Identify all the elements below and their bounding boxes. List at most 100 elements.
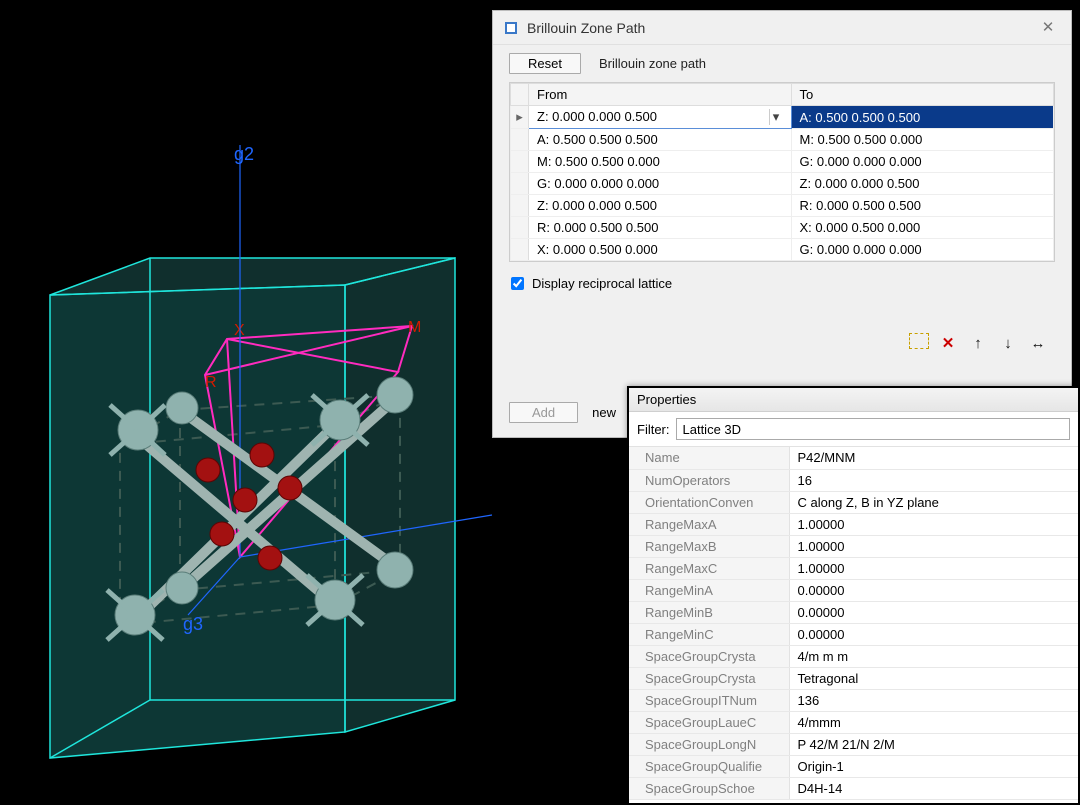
- cell-from[interactable]: R: 0.000 0.500 0.500: [529, 217, 792, 239]
- dialog-titlebar[interactable]: Brillouin Zone Path ✕: [493, 11, 1071, 45]
- cell-from[interactable]: A: 0.500 0.500 0.500: [529, 129, 792, 151]
- svg-text:M: M: [408, 319, 421, 336]
- property-value[interactable]: 1.00000: [789, 535, 1078, 557]
- col-from: From: [529, 84, 792, 106]
- expand-icon[interactable]: ↔: [1027, 333, 1049, 353]
- property-value[interactable]: C along Z, B in YZ plane: [789, 491, 1078, 513]
- table-row[interactable]: M: 0.500 0.500 0.000G: 0.000 0.000 0.000: [511, 151, 1054, 173]
- cell-to[interactable]: G: 0.000 0.000 0.000: [791, 151, 1054, 173]
- row-indicator: [511, 217, 529, 239]
- chevron-down-icon[interactable]: ▾: [769, 109, 783, 125]
- svg-text:g3: g3: [183, 614, 203, 634]
- display-reciprocal-lattice-label[interactable]: Display reciprocal lattice: [532, 276, 672, 291]
- table-row[interactable]: A: 0.500 0.500 0.500M: 0.500 0.500 0.000: [511, 129, 1054, 151]
- cell-from[interactable]: Z: 0.000 0.000 0.500▾: [529, 106, 792, 129]
- filter-label: Filter:: [637, 422, 670, 437]
- table-row[interactable]: Z: 0.000 0.000 0.500R: 0.000 0.500 0.500: [511, 195, 1054, 217]
- col-to: To: [791, 84, 1054, 106]
- property-name: SpaceGroupQualifie: [629, 755, 789, 777]
- properties-grid[interactable]: NameP42/MNMNumOperators16OrientationConv…: [629, 447, 1078, 800]
- property-row[interactable]: SpaceGroupCrysta4/m m m: [629, 645, 1078, 667]
- property-value[interactable]: 0.00000: [789, 579, 1078, 601]
- svg-text:g2: g2: [234, 144, 254, 164]
- select-icon[interactable]: [909, 333, 929, 349]
- tab-label: Brillouin zone path: [599, 56, 706, 71]
- row-action-toolbar: ✕ ↑ ↓ ↔: [909, 333, 1049, 353]
- cell-to[interactable]: R: 0.000 0.500 0.500: [791, 195, 1054, 217]
- property-value[interactable]: 4/m m m: [789, 645, 1078, 667]
- filter-input[interactable]: [676, 418, 1071, 440]
- property-value[interactable]: 0.00000: [789, 623, 1078, 645]
- app-icon: [503, 20, 519, 36]
- cell-to[interactable]: X: 0.000 0.500 0.000: [791, 217, 1054, 239]
- viewport-3d[interactable]: X M A R g2 g1 g3: [0, 0, 500, 805]
- property-value[interactable]: 1.00000: [789, 557, 1078, 579]
- property-row[interactable]: RangeMaxC1.00000: [629, 557, 1078, 579]
- cell-from[interactable]: G: 0.000 0.000 0.000: [529, 173, 792, 195]
- move-up-icon[interactable]: ↑: [967, 333, 989, 353]
- property-name: RangeMaxC: [629, 557, 789, 579]
- property-name: RangeMinC: [629, 623, 789, 645]
- dialog-title: Brillouin Zone Path: [527, 11, 645, 45]
- svg-text:R: R: [205, 374, 217, 391]
- row-indicator: [511, 129, 529, 151]
- table-row[interactable]: ▸Z: 0.000 0.000 0.500▾A: 0.500 0.500 0.5…: [511, 106, 1054, 129]
- property-row[interactable]: SpaceGroupLaueC4/mmm: [629, 711, 1078, 733]
- property-row[interactable]: OrientationConvenC along Z, B in YZ plan…: [629, 491, 1078, 513]
- property-value[interactable]: Tetragonal: [789, 667, 1078, 689]
- display-reciprocal-lattice-checkbox[interactable]: [511, 277, 524, 290]
- move-down-icon[interactable]: ↓: [997, 333, 1019, 353]
- cell-to[interactable]: M: 0.500 0.500 0.000: [791, 129, 1054, 151]
- properties-title[interactable]: Properties: [629, 388, 1078, 412]
- property-name: RangeMaxB: [629, 535, 789, 557]
- table-row[interactable]: X: 0.000 0.500 0.000G: 0.000 0.000 0.000: [511, 239, 1054, 261]
- property-row[interactable]: SpaceGroupCrystaTetragonal: [629, 667, 1078, 689]
- property-value[interactable]: 16: [789, 469, 1078, 491]
- property-row[interactable]: SpaceGroupLongNP 42/M 21/N 2/M: [629, 733, 1078, 755]
- property-name: SpaceGroupCrysta: [629, 645, 789, 667]
- add-button[interactable]: Add: [509, 402, 578, 423]
- property-row[interactable]: NameP42/MNM: [629, 447, 1078, 469]
- delete-icon[interactable]: ✕: [937, 333, 959, 353]
- close-icon[interactable]: ✕: [1035, 11, 1061, 45]
- property-name: SpaceGroupLongN: [629, 733, 789, 755]
- property-name: OrientationConven: [629, 491, 789, 513]
- property-row[interactable]: RangeMinA0.00000: [629, 579, 1078, 601]
- property-name: RangeMinB: [629, 601, 789, 623]
- property-value[interactable]: 0.00000: [789, 601, 1078, 623]
- property-name: SpaceGroupSchoe: [629, 777, 789, 799]
- property-row[interactable]: NumOperators16: [629, 469, 1078, 491]
- table-row[interactable]: R: 0.000 0.500 0.500X: 0.000 0.500 0.000: [511, 217, 1054, 239]
- property-value[interactable]: P42/MNM: [789, 447, 1078, 469]
- cell-to[interactable]: Z: 0.000 0.000 0.500: [791, 173, 1054, 195]
- row-indicator: [511, 195, 529, 217]
- property-name: RangeMinA: [629, 579, 789, 601]
- brillouin-zone-path-dialog: Brillouin Zone Path ✕ Reset Brillouin zo…: [492, 10, 1072, 438]
- property-row[interactable]: SpaceGroupQualifieOrigin-1: [629, 755, 1078, 777]
- cell-from[interactable]: M: 0.500 0.500 0.000: [529, 151, 792, 173]
- property-row[interactable]: RangeMaxA1.00000: [629, 513, 1078, 535]
- property-value[interactable]: 136: [789, 689, 1078, 711]
- path-table[interactable]: From To ▸Z: 0.000 0.000 0.500▾A: 0.500 0…: [509, 82, 1055, 262]
- property-name: SpaceGroupCrysta: [629, 667, 789, 689]
- property-value[interactable]: 1.00000: [789, 513, 1078, 535]
- add-hint: new: [592, 405, 616, 420]
- property-value[interactable]: 4/mmm: [789, 711, 1078, 733]
- property-row[interactable]: RangeMinC0.00000: [629, 623, 1078, 645]
- properties-panel: Properties Filter: NameP42/MNMNumOperato…: [627, 386, 1080, 805]
- cell-from[interactable]: Z: 0.000 0.000 0.500: [529, 195, 792, 217]
- property-row[interactable]: RangeMaxB1.00000: [629, 535, 1078, 557]
- property-value[interactable]: P 42/M 21/N 2/M: [789, 733, 1078, 755]
- property-row[interactable]: SpaceGroupSchoeD4H-14: [629, 777, 1078, 799]
- property-row[interactable]: RangeMinB0.00000: [629, 601, 1078, 623]
- property-value[interactable]: D4H-14: [789, 777, 1078, 799]
- cell-to[interactable]: A: 0.500 0.500 0.500: [791, 106, 1054, 129]
- table-row[interactable]: G: 0.000 0.000 0.000Z: 0.000 0.000 0.500: [511, 173, 1054, 195]
- cell-to[interactable]: G: 0.000 0.000 0.000: [791, 239, 1054, 261]
- property-row[interactable]: SpaceGroupITNum136: [629, 689, 1078, 711]
- row-indicator: ▸: [511, 106, 529, 129]
- reset-button[interactable]: Reset: [509, 53, 581, 74]
- property-name: NumOperators: [629, 469, 789, 491]
- cell-from[interactable]: X: 0.000 0.500 0.000: [529, 239, 792, 261]
- property-value[interactable]: Origin-1: [789, 755, 1078, 777]
